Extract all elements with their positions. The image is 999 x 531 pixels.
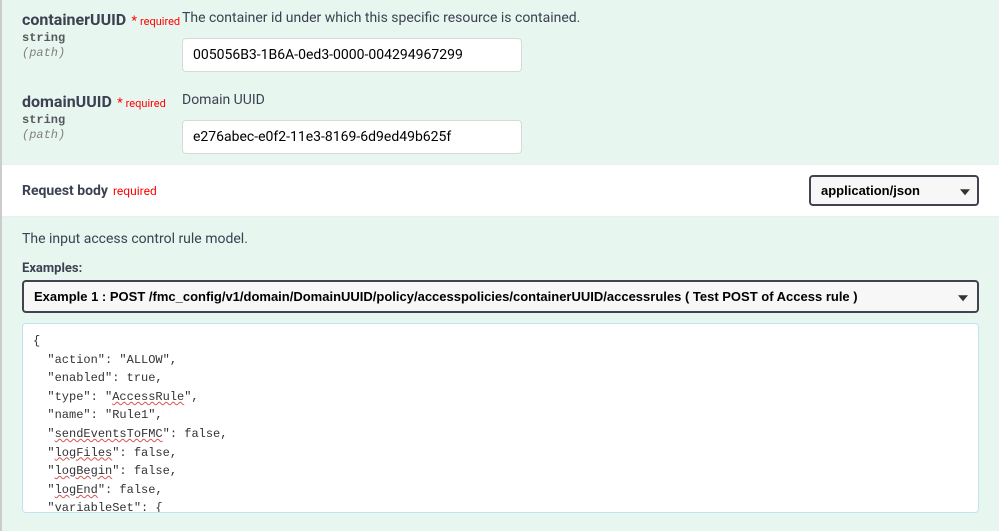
param-type: string [22, 113, 172, 127]
param-domainUUID: domainUUID *required string (path) Domai… [22, 82, 979, 164]
param-meta: domainUUID *required string (path) [22, 92, 182, 154]
param-loc: (path) [22, 128, 172, 142]
request-body-header: Request body required application/json [2, 164, 999, 217]
param-type: string [22, 31, 172, 45]
request-body-code[interactable]: { "action": "ALLOW", "enabled": true, "t… [22, 323, 979, 513]
param-meta: containerUUID *required string (path) [22, 10, 182, 72]
request-body-required: required [113, 184, 157, 198]
param-desc: The container id under which this specif… [182, 10, 979, 26]
required-star: * [114, 96, 123, 111]
example-select[interactable]: Example 1 : POST /fmc_config/v1/domain/D… [22, 280, 979, 313]
containerUUID-input[interactable] [182, 38, 522, 72]
content-type-select[interactable]: application/json [809, 175, 979, 206]
domainUUID-input[interactable] [182, 120, 522, 154]
param-name: containerUUID [22, 10, 126, 29]
request-body-label: Request body [22, 183, 108, 199]
required-label: required [140, 15, 180, 28]
param-name: domainUUID [22, 92, 112, 111]
param-loc: (path) [22, 46, 172, 60]
example-select-wrap: Example 1 : POST /fmc_config/v1/domain/D… [22, 280, 979, 313]
param-desc: Domain UUID [182, 92, 979, 108]
content-type-select-wrap: application/json [809, 175, 979, 206]
param-containerUUID: containerUUID *required string (path) Th… [22, 0, 979, 82]
request-body-desc: The input access control rule model. [22, 231, 979, 247]
required-label: required [126, 97, 166, 110]
examples-label: Examples: [22, 261, 979, 276]
required-star: * [128, 14, 137, 29]
